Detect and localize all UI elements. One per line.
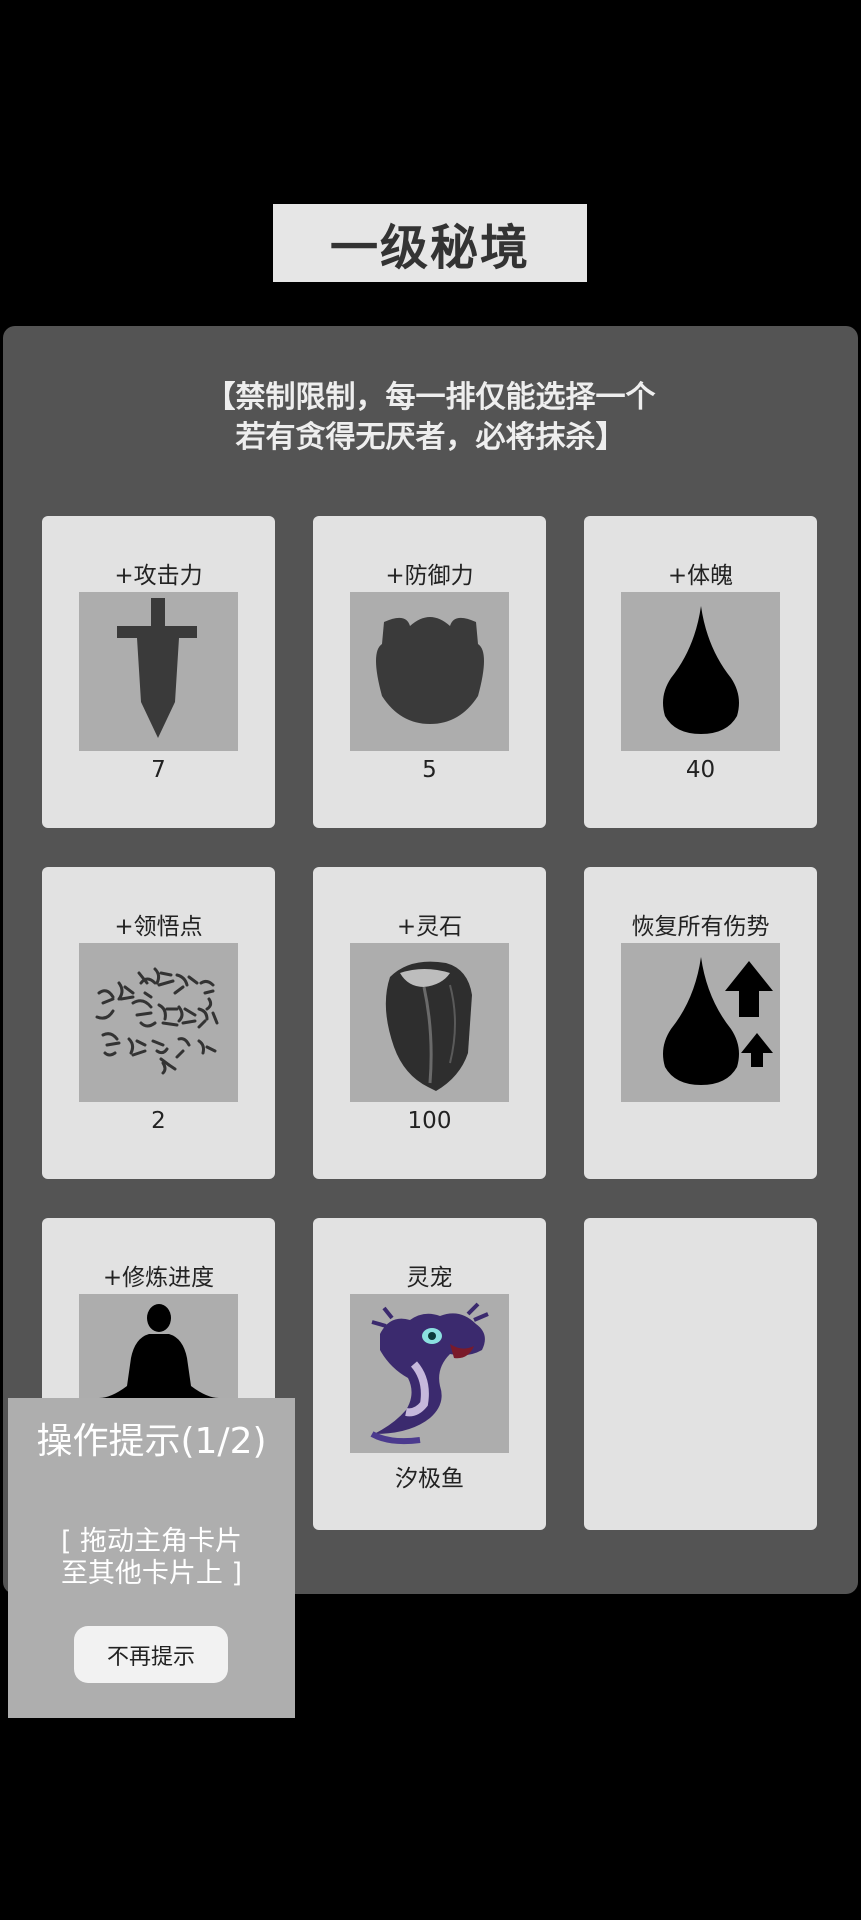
shield-icon [350,592,509,751]
card-value: 100 [407,1108,452,1134]
card-label: +修炼进度 [102,1265,215,1291]
card-label: +防御力 [385,563,474,589]
card-empty[interactable] [584,1218,817,1530]
card-value: 7 [151,757,166,783]
card-attack[interactable]: +攻击力 7 [42,516,275,828]
blood-drop-icon [621,592,780,751]
card-label: +灵石 [396,914,463,940]
operation-tip-panel: 操作提示(1/2) [ 拖动主角卡片 至其他卡片上 ] 不再提示 [8,1398,295,1718]
card-defense[interactable]: +防御力 5 [313,516,546,828]
card-value: 汐极鱼 [395,1466,464,1492]
dragon-fish-pet-icon [350,1294,509,1453]
card-insight[interactable]: +领悟点 2 [42,867,275,1179]
card-label: +体魄 [667,563,734,589]
card-value: 40 [685,757,716,783]
tip-body: [ 拖动主角卡片 至其他卡片上 ] [8,1526,295,1590]
heal-drop-arrows-icon [621,943,780,1102]
card-physique[interactable]: +体魄 40 [584,516,817,828]
sword-icon [79,592,238,751]
calligraphy-icon [79,943,238,1102]
dont-show-again-button[interactable]: 不再提示 [74,1626,228,1683]
tip-line-2: 至其他卡片上 ] [60,1558,243,1589]
rule-notice-line-2: 若有贪得无厌者，必将抹杀】 [235,420,626,455]
card-label: +领悟点 [114,914,203,940]
card-label: +攻击力 [114,563,203,589]
card-spirit-stone[interactable]: +灵石 100 [313,867,546,1179]
card-label: 灵宠 [406,1265,453,1291]
card-value: 5 [422,757,437,783]
card-spirit-pet[interactable]: 灵宠 汐极鱼 [313,1218,546,1530]
card-value: 2 [151,1108,166,1134]
card-heal-all[interactable]: 恢复所有伤势 [584,867,817,1179]
tip-line-1: [ 拖动主角卡片 [60,1526,243,1557]
rule-notice-line-1: 【禁制限制，每一排仅能选择一个 [205,380,656,415]
realm-title: 一级秘境 [273,204,587,282]
tip-title: 操作提示(1/2) [36,1421,267,1462]
spirit-stone-icon [350,943,509,1102]
card-label: 恢复所有伤势 [631,914,770,940]
